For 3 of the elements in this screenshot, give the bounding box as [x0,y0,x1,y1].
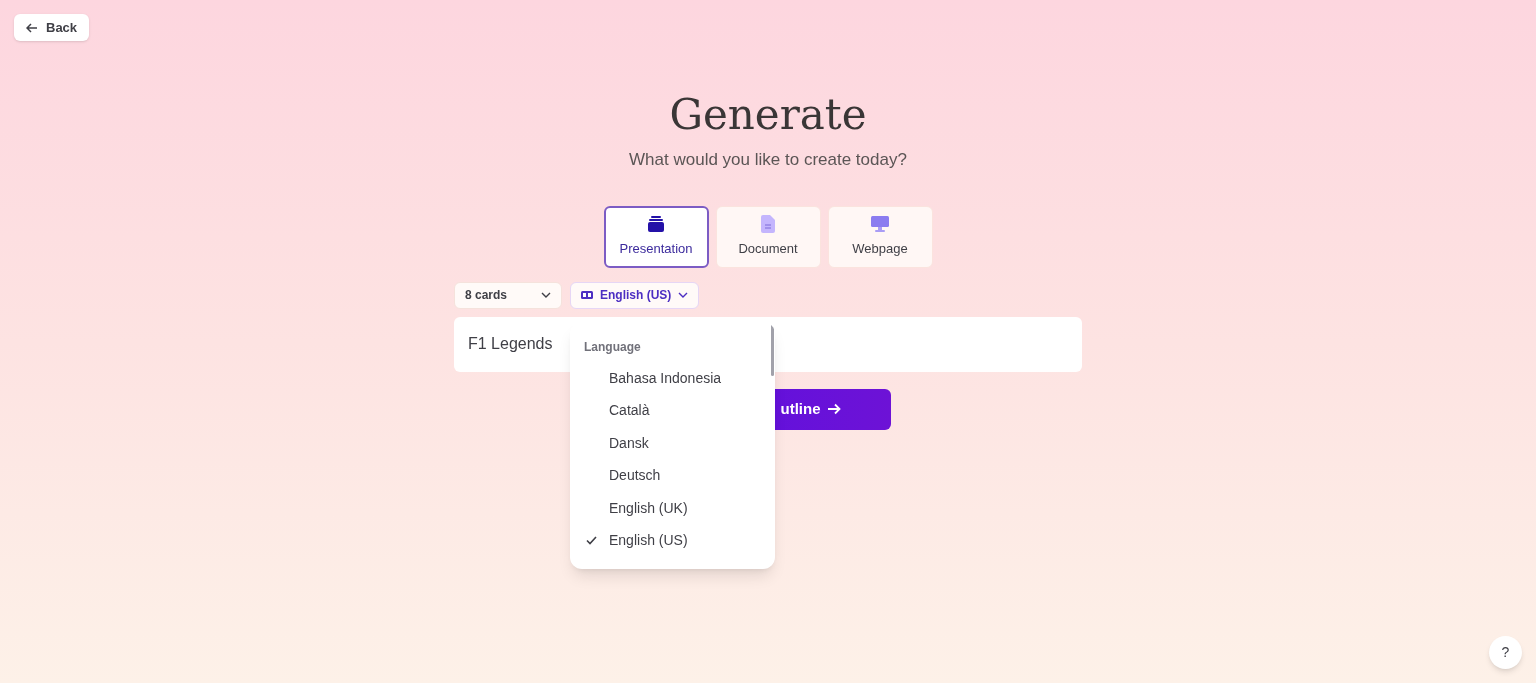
page-subtitle: What would you like to create today? [629,149,907,171]
page-title: Generate [669,89,867,141]
menu-heading: Language [583,339,642,356]
